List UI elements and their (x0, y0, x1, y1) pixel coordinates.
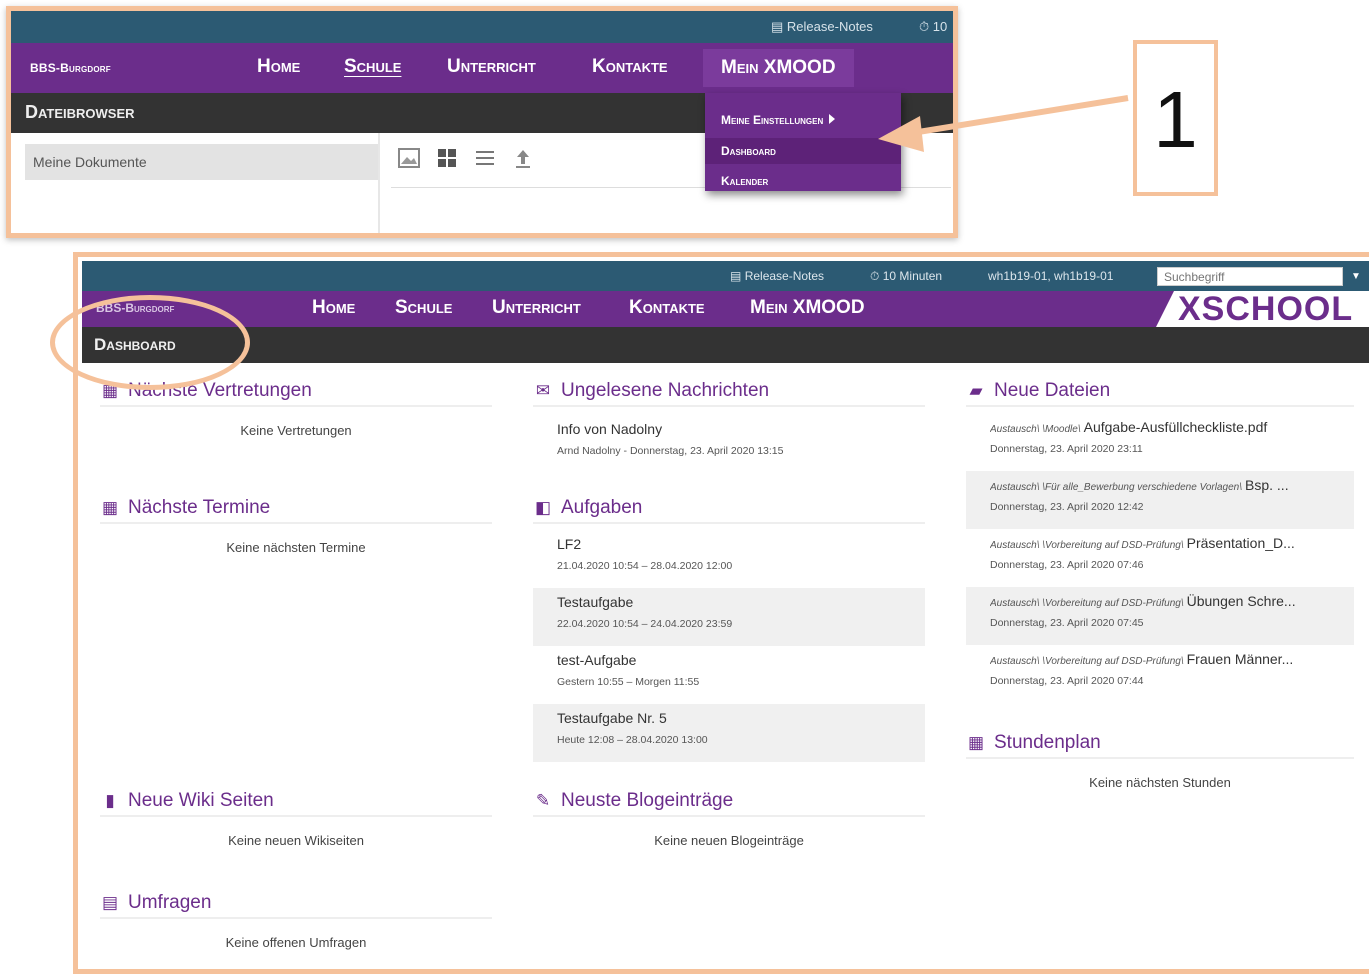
chevron-right-icon (829, 114, 836, 124)
nav-home[interactable]: Home (257, 56, 300, 78)
nav-mein-xmood[interactable]: Mein XMOOD (750, 297, 865, 319)
annotation-number-box: 1 (1133, 40, 1218, 196)
empty-message: Keine nächsten Termine (226, 540, 366, 555)
empty-message: Keine neuen Blogeinträge (654, 833, 804, 848)
release-notes-link[interactable]: ▤ Release-Notes (730, 269, 824, 283)
search-input[interactable] (1157, 267, 1343, 286)
session-timer: ⏱ 10 (919, 19, 948, 34)
main-nav: BBS-Burgdorf Home Schule Unterricht Kont… (82, 291, 1369, 327)
panel-termine: ▦ Nächste Termine Keine nächsten Termine (100, 494, 492, 555)
calendar-icon: ▦ (101, 498, 119, 517)
panel-title[interactable]: Neue Dateien (994, 380, 1110, 402)
tasks-icon: ◧ (534, 498, 552, 517)
envelope-icon: ✉ (535, 381, 551, 400)
brand-link[interactable]: BBS-Burgdorf (30, 61, 111, 75)
panel-title[interactable]: Neuste Blogeinträge (561, 790, 733, 812)
pin-icon: ✎ (535, 791, 551, 810)
list-item[interactable]: Austausch\ \Vorbereitung auf DSD-Prüfung… (966, 529, 1354, 587)
nav-mein-xmood[interactable]: Mein XMOOD (703, 49, 854, 87)
top-bar: ▤ Release-Notes ⏱ 10 (11, 11, 953, 43)
divider (378, 133, 380, 233)
panel-umfragen: ▤ Umfragen Keine offenen Umfragen (100, 889, 492, 950)
clock-icon: ⏱ (870, 269, 880, 283)
main-nav: BBS-Burgdorf Home Schule Unterricht Kont… (11, 43, 953, 93)
panel-title[interactable]: Nächste Termine (128, 497, 270, 519)
sidebar-item-meine-dokumente[interactable]: Meine Dokumente (25, 144, 379, 180)
empty-message: Keine nächsten Stunden (1089, 775, 1231, 790)
nav-unterricht[interactable]: Unterricht (492, 297, 581, 319)
menu-item-kalender[interactable]: Kalender (721, 174, 768, 188)
nav-kontakte[interactable]: Kontakte (629, 297, 705, 319)
panel-nachrichten: ✉ Ungelesene Nachrichten Info von Nadoln… (533, 377, 925, 465)
annotation-number: 1 (1153, 75, 1198, 164)
user-info[interactable]: wh1b19-01, wh1b19-01 (988, 269, 1113, 283)
page-header: Dashboard (82, 327, 1369, 363)
list-item[interactable]: Austausch\ \Vorbereitung auf DSD-Prüfung… (966, 587, 1354, 645)
panel-dateien: ▰ Neue Dateien Austausch\ \Moodle\ Aufgab… (966, 377, 1354, 703)
newspaper-icon: ▤ (771, 19, 784, 34)
chevron-down-icon: ▼ (1351, 271, 1361, 282)
annotation-highlight-ring (50, 295, 250, 390)
list-item[interactable]: Austausch\ \Für alle_Bewerbung verschied… (966, 471, 1354, 529)
panel-blog: ✎ Neuste Blogeinträge Keine neuen Blogei… (533, 787, 925, 848)
image-view-icon[interactable] (396, 148, 422, 174)
mein-xmood-dropdown: Meine Einstellungen Dashboard Kalender (705, 93, 901, 191)
list-item[interactable]: Austausch\ \Vorbereitung auf DSD-Prüfung… (966, 645, 1354, 703)
poll-icon: ▤ (101, 893, 119, 912)
panel-title[interactable]: Aufgaben (561, 497, 642, 519)
clock-icon: ⏱ (919, 19, 930, 34)
list-item[interactable]: Austausch\ \Moodle\ Aufgabe-Ausfüllcheckl… (966, 413, 1354, 471)
nav-unterricht[interactable]: Unterricht (447, 56, 536, 78)
calendar-icon: ▦ (967, 733, 985, 752)
empty-message: Keine neuen Wikiseiten (228, 833, 364, 848)
list-item[interactable]: test-Aufgabe Gestern 10:55 – Morgen 11:5… (533, 646, 925, 704)
folder-open-icon: ▰ (969, 381, 983, 400)
nav-home[interactable]: Home (312, 297, 355, 319)
empty-message: Keine offenen Umfragen (225, 935, 367, 950)
xschool-logo[interactable]: XSCHOOL (1156, 291, 1369, 327)
dashboard-screenshot: ▤ Release-Notes ⏱ 10 Minuten wh1b19-01, … (73, 252, 1369, 974)
upload-icon[interactable] (510, 148, 536, 174)
panel-wiki: ▮ Neue Wiki Seiten Keine neuen Wikiseite… (100, 787, 492, 848)
newspaper-icon: ▤ (730, 269, 742, 283)
nav-kontakte[interactable]: Kontakte (592, 56, 668, 78)
list-item[interactable]: LF2 21.04.2020 10:54 – 28.04.2020 12:00 (533, 530, 925, 588)
menu-item-meine-einstellungen[interactable]: Meine Einstellungen (721, 113, 836, 127)
page-title: Dateibrowser (25, 102, 135, 122)
list-item[interactable]: Testaufgabe 22.04.2020 10:54 – 24.04.202… (533, 588, 925, 646)
list-view-icon[interactable] (472, 148, 498, 174)
search-dropdown-button[interactable]: ▼ (1343, 267, 1369, 286)
panel-stundenplan: ▦ Stundenplan Keine nächsten Stunden (966, 729, 1354, 790)
release-notes-link[interactable]: ▤ Release-Notes (771, 19, 873, 35)
session-timer: ⏱ 10 Minuten (870, 269, 943, 283)
list-item[interactable]: Info von Nadolny Arnd Nadolny - Donnerst… (533, 407, 925, 465)
nav-schule[interactable]: Schule (395, 297, 452, 319)
panel-title[interactable]: Umfragen (128, 892, 211, 914)
nav-schule[interactable]: Schule (344, 56, 401, 78)
file-toolbar (396, 148, 536, 174)
panel-title[interactable]: Neue Wiki Seiten (128, 790, 274, 812)
menu-item-dashboard[interactable]: Dashboard (705, 138, 901, 164)
book-icon: ▮ (105, 791, 115, 810)
panel-aufgaben: ◧ Aufgaben LF2 21.04.2020 10:54 – 28.04.… (533, 494, 925, 762)
panel-title[interactable]: Ungelesene Nachrichten (561, 380, 769, 402)
panel-title[interactable]: Stundenplan (994, 732, 1101, 754)
grid-view-icon[interactable] (434, 148, 460, 174)
empty-message: Keine Vertretungen (240, 423, 352, 438)
top-bar: ▤ Release-Notes ⏱ 10 Minuten wh1b19-01, … (82, 261, 1369, 291)
list-item[interactable]: Testaufgabe Nr. 5 Heute 12:08 – 28.04.20… (533, 704, 925, 762)
dateibrowser-screenshot: ▤ Release-Notes ⏱ 10 BBS-Burgdorf Home S… (6, 6, 958, 238)
